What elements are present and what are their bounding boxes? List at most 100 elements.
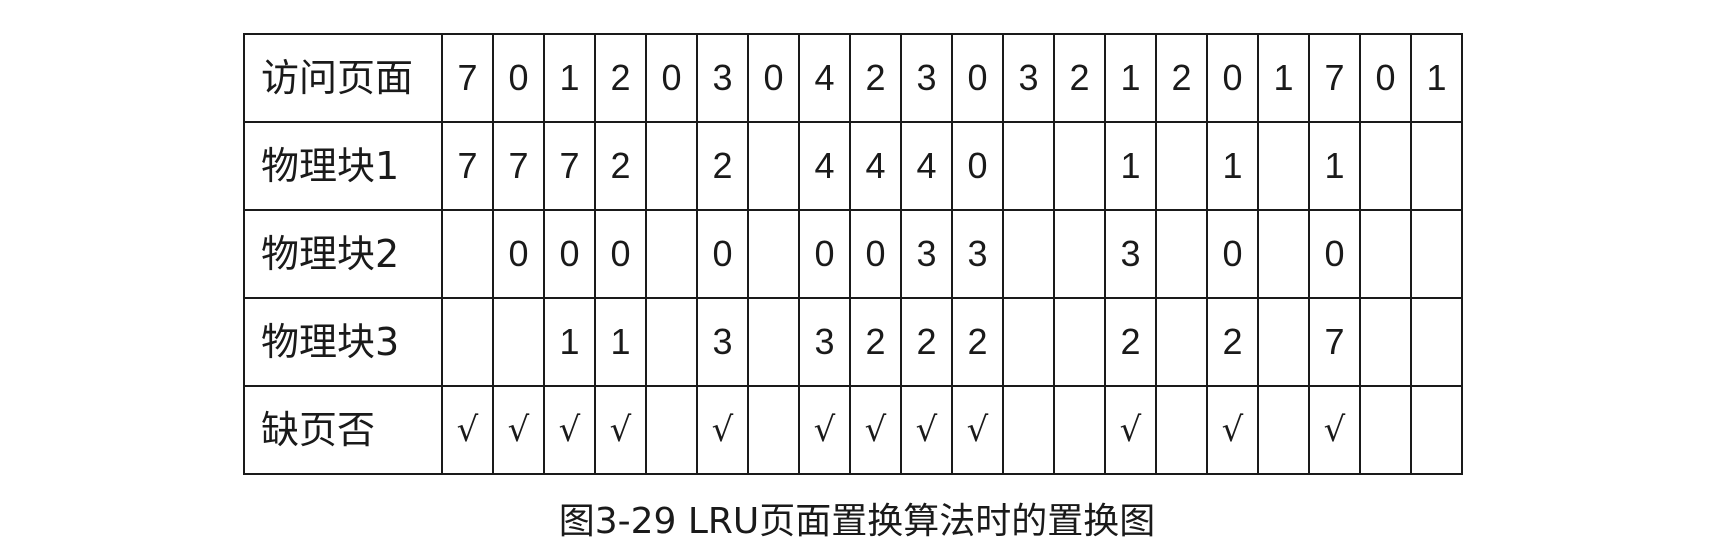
page-fault-cell: √	[1308, 385, 1361, 475]
row-label: 物理块3	[243, 297, 443, 387]
table-cell	[1359, 121, 1412, 211]
table-cell	[1155, 297, 1208, 387]
row-label: 缺页否	[243, 385, 443, 475]
page-fault-cell	[1002, 385, 1055, 475]
table-cell: 4	[849, 121, 902, 211]
table-cell: 3	[951, 209, 1004, 299]
table-cell: 2	[1206, 297, 1259, 387]
table-cell	[747, 297, 800, 387]
table-row: 缺页否 √ √ √ √ √ √ √ √ √ √ √ √	[243, 385, 1463, 475]
table-cell: 0	[1206, 33, 1259, 123]
table-cell	[1257, 297, 1310, 387]
table-cell: 0	[1308, 209, 1361, 299]
table-cell: 0	[951, 121, 1004, 211]
table-cell: 3	[696, 33, 749, 123]
table-row: 物理块2 0 0 0 0 0 0 3 3 3 0 0	[243, 209, 1463, 299]
table-cell	[1155, 121, 1208, 211]
page-fault-cell	[747, 385, 800, 475]
page-fault-cell	[1257, 385, 1310, 475]
table-row: 访问页面 7 0 1 2 0 3 0 4 2 3 0 3 2 1 2 0 1 7 0 1	[243, 33, 1463, 123]
page-fault-cell: √	[594, 385, 647, 475]
table-cell: 1	[594, 297, 647, 387]
page-fault-cell	[645, 385, 698, 475]
table-cell	[747, 121, 800, 211]
page-fault-cell: √	[543, 385, 596, 475]
table-cell	[1053, 297, 1106, 387]
table-cell: 0	[696, 209, 749, 299]
table-cell: 7	[492, 121, 545, 211]
lru-replacement-table: 访问页面 7 0 1 2 0 3 0 4 2 3 0 3 2 1 2 0 1 7 0 1 物理块1 7 7 7 2 2 4 4 4 0 1 1 1…	[243, 33, 1463, 475]
table-cell	[1410, 209, 1463, 299]
table-cell: 0	[594, 209, 647, 299]
table-cell: 1	[543, 33, 596, 123]
table-cell	[1002, 297, 1055, 387]
table-cell: 2	[900, 297, 953, 387]
row-label: 物理块1	[243, 121, 443, 211]
table-cell: 7	[1308, 297, 1361, 387]
table-cell: 3	[1002, 33, 1055, 123]
table-cell: 0	[1206, 209, 1259, 299]
page-fault-cell: √	[1206, 385, 1259, 475]
table-cell	[645, 297, 698, 387]
table-cell: 2	[594, 33, 647, 123]
table-cell	[645, 209, 698, 299]
table-cell	[441, 297, 494, 387]
table-cell	[1053, 121, 1106, 211]
table-cell: 2	[1104, 297, 1157, 387]
table-cell: 3	[798, 297, 851, 387]
table-cell: 1	[543, 297, 596, 387]
page-fault-cell: √	[951, 385, 1004, 475]
table-cell: 7	[441, 33, 494, 123]
table-cell: 2	[1053, 33, 1106, 123]
table-cell: 1	[1257, 33, 1310, 123]
table-cell: 0	[798, 209, 851, 299]
table-cell: 2	[696, 121, 749, 211]
page-fault-cell	[1053, 385, 1106, 475]
row-label: 访问页面	[243, 33, 443, 123]
table-cell: 0	[849, 209, 902, 299]
table-cell: 2	[849, 33, 902, 123]
page-fault-cell: √	[798, 385, 851, 475]
table-cell	[1257, 209, 1310, 299]
table-cell: 0	[492, 33, 545, 123]
table-body: 访问页面 7 0 1 2 0 3 0 4 2 3 0 3 2 1 2 0 1 7 0 1 物理块1 7 7 7 2 2 4 4 4 0 1 1 1…	[243, 33, 1463, 475]
row-label: 物理块2	[243, 209, 443, 299]
table-cell: 2	[849, 297, 902, 387]
table-cell	[1410, 297, 1463, 387]
figure: 访问页面 7 0 1 2 0 3 0 4 2 3 0 3 2 1 2 0 1 7 0 1 物理块1 7 7 7 2 2 4 4 4 0 1 1 1…	[0, 0, 1714, 560]
table-cell: 0	[492, 209, 545, 299]
table-cell: 1	[1104, 33, 1157, 123]
table-cell: 7	[1308, 33, 1361, 123]
page-fault-cell	[1410, 385, 1463, 475]
page-fault-cell: √	[1104, 385, 1157, 475]
figure-caption: 图3-29 LRU页面置换算法时的置换图	[558, 501, 1156, 542]
table-cell: 0	[1359, 33, 1412, 123]
table-cell: 1	[1104, 121, 1157, 211]
table-cell: 3	[900, 33, 953, 123]
table-cell	[747, 209, 800, 299]
table-cell	[1002, 121, 1055, 211]
table-cell: 4	[798, 33, 851, 123]
table-cell: 3	[696, 297, 749, 387]
table-row: 物理块1 7 7 7 2 2 4 4 4 0 1 1 1	[243, 121, 1463, 211]
table-cell	[1359, 209, 1412, 299]
table-row: 物理块3 1 1 3 3 2 2 2 2 2 7	[243, 297, 1463, 387]
table-cell: 0	[645, 33, 698, 123]
table-cell	[1155, 209, 1208, 299]
table-cell: 2	[1155, 33, 1208, 123]
page-fault-cell	[1155, 385, 1208, 475]
table-cell	[645, 121, 698, 211]
table-cell: 2	[594, 121, 647, 211]
table-cell: 3	[1104, 209, 1157, 299]
page-fault-cell: √	[849, 385, 902, 475]
table-cell: 4	[798, 121, 851, 211]
table-cell: 2	[951, 297, 1004, 387]
table-cell: 3	[900, 209, 953, 299]
table-cell: 1	[1410, 33, 1463, 123]
table-cell	[1257, 121, 1310, 211]
table-cell: 7	[543, 121, 596, 211]
table-cell: 1	[1206, 121, 1259, 211]
table-cell	[1410, 121, 1463, 211]
table-cell	[1359, 297, 1412, 387]
page-fault-cell: √	[492, 385, 545, 475]
